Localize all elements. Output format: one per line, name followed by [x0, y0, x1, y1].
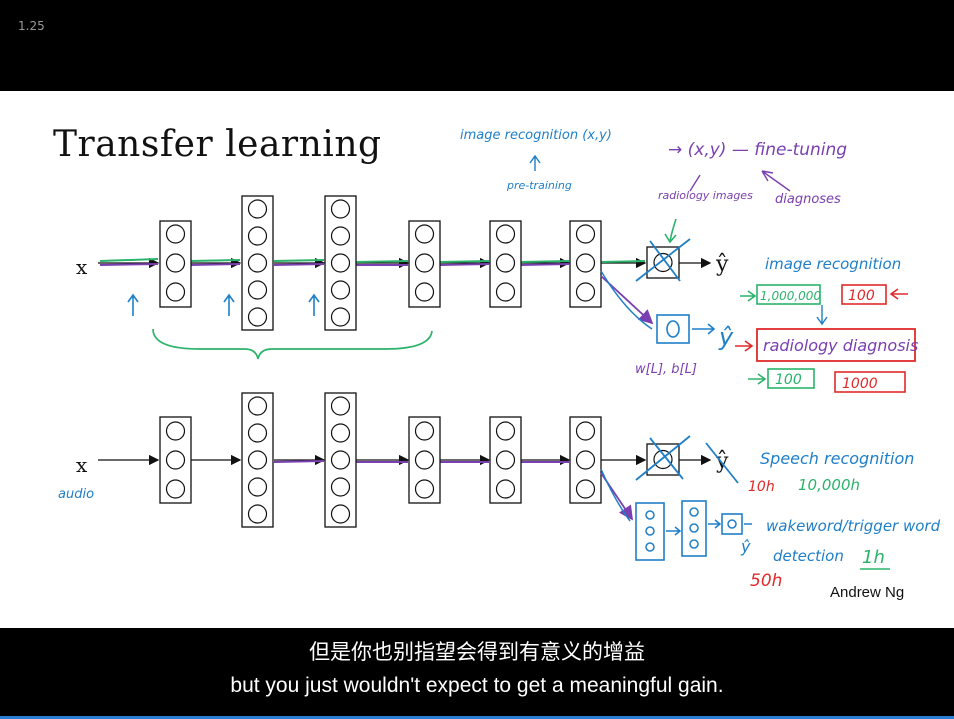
subtitle-english: but you just wouldn't expect to get a me…: [230, 674, 724, 697]
note-wakeword: wakeword/trigger word: [766, 517, 941, 535]
note-image-recognition-xy: image recognition (x,y): [460, 128, 612, 143]
top-input-x: x: [76, 255, 88, 279]
bottom-layer-5: [489, 416, 522, 504]
note-diagnoses: diagnoses: [775, 192, 841, 207]
top-layer-4: [408, 220, 441, 308]
bottom-output-node: [635, 435, 691, 481]
bottom-input-x: x: [76, 453, 88, 477]
svg-text:ŷ: ŷ: [718, 323, 734, 351]
svg-text:radiology diagnosis: radiology diagnosis: [763, 336, 918, 355]
playback-speed: 1.25: [18, 19, 45, 33]
top-layer-6: [569, 220, 602, 308]
note-detection: detection: [773, 547, 844, 565]
image-count-box: 1,000,000: [740, 284, 821, 305]
note-radiology-images: radiology images: [658, 189, 753, 202]
radiology-count-box: 100: [748, 368, 815, 389]
network-diagram: x ŷ ŷ image recognition (x,y) pre-traini…: [58, 128, 941, 591]
bottom-layer-2: [241, 392, 274, 528]
author-credit: Andrew Ng: [830, 584, 905, 601]
top-layer-5: [489, 220, 522, 308]
subtitle-chinese: 但是你也别指望会得到有意义的增益: [309, 640, 645, 664]
note-speech-hours-small: 10h: [748, 479, 775, 495]
bottom-layer-1: [159, 416, 192, 504]
bottom-network: x audio ŷ ŷ: [58, 392, 752, 561]
top-output-yhat: ŷ: [715, 252, 729, 277]
note-speech-recognition: Speech recognition: [760, 449, 914, 468]
note-weights: w[L], b[L]: [635, 362, 697, 377]
top-layer-2: [241, 195, 274, 331]
new-small-network: ŷ: [635, 500, 752, 561]
subtitle-bar: 但是你也别指望会得到有意义的增益 but you just wouldn't e…: [0, 628, 954, 716]
top-network: x ŷ ŷ: [76, 195, 734, 360]
note-image-recognition: image recognition: [765, 255, 901, 273]
bottom-layer-4: [408, 416, 441, 504]
bottom-layer-3: [324, 392, 357, 528]
bottom-layer-6: [569, 416, 602, 504]
note-detection-hours: 1h: [862, 547, 885, 568]
image-count-small-box: 100: [841, 284, 908, 305]
note-xy-fine-tuning: → (x,y) — fine-tuning: [668, 140, 847, 160]
radiology-count-big-box: 1000: [834, 371, 906, 393]
top-annotations: image recognition (x,y) pre-training → (…: [460, 128, 918, 393]
bottom-input-note: audio: [58, 487, 94, 502]
svg-text:ŷ: ŷ: [740, 537, 751, 556]
svg-text:100: 100: [848, 288, 875, 304]
svg-text:1000: 1000: [842, 376, 878, 392]
radiology-diagnosis-box: radiology diagnosis: [735, 328, 918, 362]
lecture-slide: Transfer learning x ŷ ŷ image recognitio…: [0, 91, 954, 628]
svg-text:100: 100: [775, 372, 802, 388]
note-pre-training: pre-training: [506, 179, 572, 192]
note-speech-hours: 10,000h: [798, 476, 860, 494]
bottom-annotations: Speech recognition 10h 10,000h wakeword/…: [748, 449, 941, 591]
top-layer-3: [324, 195, 357, 331]
top-layer-1: [159, 220, 192, 308]
note-detection-hours-big: 50h: [750, 571, 782, 591]
top-output-node: [635, 238, 691, 282]
svg-text:1,000,000: 1,000,000: [760, 289, 821, 303]
